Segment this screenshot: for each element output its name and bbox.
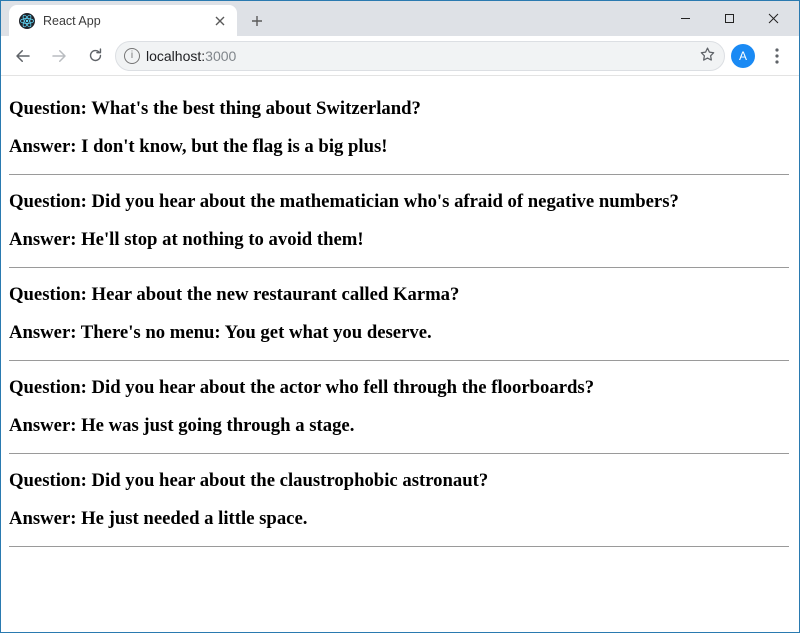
divider <box>9 360 789 361</box>
answer-text: Answer: He just needed a little space. <box>9 508 789 530</box>
qa-item: Question: What's the best thing about Sw… <box>9 98 789 175</box>
qa-item: Question: Hear about the new restaurant … <box>9 284 789 361</box>
new-tab-button[interactable] <box>243 7 271 35</box>
question-text: Question: What's the best thing about Sw… <box>9 98 789 120</box>
tab-title: React App <box>43 14 205 28</box>
answer-text: Answer: There's no menu: You get what yo… <box>9 322 789 344</box>
divider <box>9 174 789 175</box>
qa-item: Question: Did you hear about the claustr… <box>9 470 789 547</box>
page-content: Question: What's the best thing about Sw… <box>1 76 799 632</box>
forward-button[interactable] <box>43 41 75 71</box>
question-text: Question: Did you hear about the actor w… <box>9 377 789 399</box>
divider <box>9 453 789 454</box>
minimize-button[interactable] <box>663 4 707 34</box>
question-text: Question: Did you hear about the claustr… <box>9 470 789 492</box>
browser-tab[interactable]: React App <box>9 5 237 36</box>
qa-item: Question: Did you hear about the actor w… <box>9 377 789 454</box>
back-button[interactable] <box>7 41 39 71</box>
qa-item: Question: Did you hear about the mathema… <box>9 191 789 268</box>
close-tab-icon[interactable] <box>213 14 227 28</box>
profile-avatar[interactable]: A <box>731 44 755 68</box>
window-controls <box>663 1 799 36</box>
divider <box>9 267 789 268</box>
maximize-button[interactable] <box>707 4 751 34</box>
bookmark-star-icon[interactable] <box>699 46 716 66</box>
site-info-icon[interactable]: i <box>124 48 140 64</box>
question-text: Question: Hear about the new restaurant … <box>9 284 789 306</box>
close-window-button[interactable] <box>751 4 795 34</box>
tab-strip: React App <box>1 1 799 36</box>
answer-text: Answer: He was just going through a stag… <box>9 415 789 437</box>
browser-menu-button[interactable] <box>761 41 793 71</box>
answer-text: Answer: He'll stop at nothing to avoid t… <box>9 229 789 251</box>
url-text: localhost:3000 <box>146 48 693 64</box>
divider <box>9 546 789 547</box>
answer-text: Answer: I don't know, but the flag is a … <box>9 136 789 158</box>
address-bar[interactable]: i localhost:3000 <box>115 41 725 71</box>
react-favicon <box>19 13 35 29</box>
question-text: Question: Did you hear about the mathema… <box>9 191 789 213</box>
reload-button[interactable] <box>79 41 111 71</box>
toolbar: i localhost:3000 A <box>1 36 799 76</box>
